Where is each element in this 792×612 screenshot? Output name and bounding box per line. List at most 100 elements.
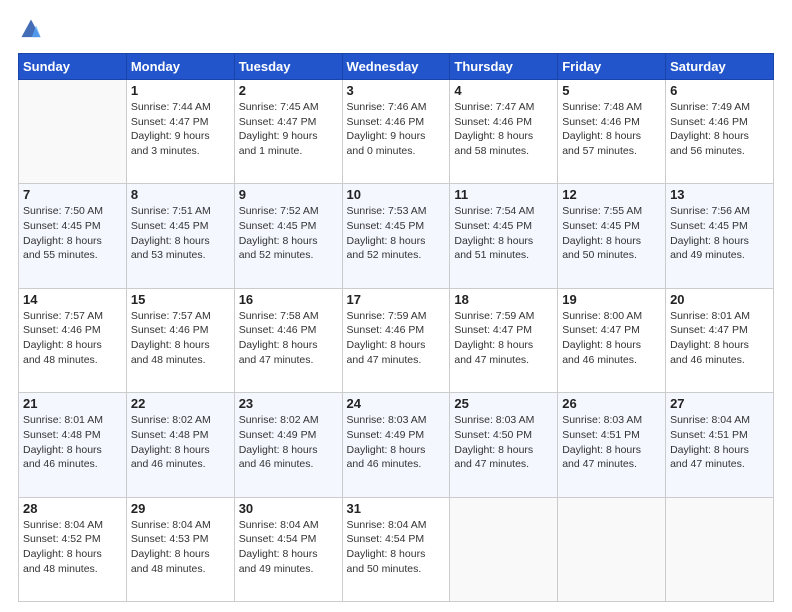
calendar-cell <box>450 497 558 601</box>
logo-icon <box>20 18 42 40</box>
calendar-cell: 3 Sunrise: 7:46 AMSunset: 4:46 PMDaylight… <box>342 80 450 184</box>
weekday-header: Tuesday <box>234 54 342 80</box>
calendar-cell: 25 Sunrise: 8:03 AMSunset: 4:50 PMDayligh… <box>450 393 558 497</box>
calendar-cell: 27 Sunrise: 8:04 AMSunset: 4:51 PMDayligh… <box>666 393 774 497</box>
calendar-cell <box>558 497 666 601</box>
day-number: 14 <box>23 292 122 307</box>
day-info: Sunrise: 7:50 AMSunset: 4:45 PMDaylight:… <box>23 204 122 263</box>
day-info: Sunrise: 7:53 AMSunset: 4:45 PMDaylight:… <box>347 204 446 263</box>
calendar-body: 1Sunrise: 7:44 AMSunset: 4:47 PMDaylight… <box>19 80 774 602</box>
day-info: Sunrise: 7:59 AMSunset: 4:46 PMDaylight:… <box>347 309 446 368</box>
day-number: 11 <box>454 187 553 202</box>
calendar-cell: 9Sunrise: 7:52 AMSunset: 4:45 PMDaylight… <box>234 184 342 288</box>
header <box>18 18 774 45</box>
calendar-cell: 8 Sunrise: 7:51 AMSunset: 4:45 PMDaylight… <box>126 184 234 288</box>
day-number: 8 <box>131 187 230 202</box>
calendar-week-row: 1Sunrise: 7:44 AMSunset: 4:47 PMDaylight… <box>19 80 774 184</box>
day-number: 22 <box>131 396 230 411</box>
calendar-week-row: 14 Sunrise: 7:57 AMSunset: 4:46 PMDayligh… <box>19 288 774 392</box>
calendar-cell: 1Sunrise: 7:44 AMSunset: 4:47 PMDaylight… <box>126 80 234 184</box>
calendar-cell: 7Sunrise: 7:50 AMSunset: 4:45 PMDaylight… <box>19 184 127 288</box>
day-number: 30 <box>239 501 338 516</box>
calendar-cell: 10Sunrise: 7:53 AMSunset: 4:45 PMDayligh… <box>342 184 450 288</box>
day-number: 3 <box>347 83 446 98</box>
weekday-header: Sunday <box>19 54 127 80</box>
calendar-cell: 28 Sunrise: 8:04 AMSunset: 4:52 PMDayligh… <box>19 497 127 601</box>
day-number: 28 <box>23 501 122 516</box>
day-info: Sunrise: 7:58 AMSunset: 4:46 PMDaylight:… <box>239 309 338 368</box>
calendar-cell: 31 Sunrise: 8:04 AMSunset: 4:54 PMDayligh… <box>342 497 450 601</box>
calendar-table: SundayMondayTuesdayWednesdayThursdayFrid… <box>18 53 774 602</box>
calendar-week-row: 28 Sunrise: 8:04 AMSunset: 4:52 PMDayligh… <box>19 497 774 601</box>
day-info: Sunrise: 8:04 AMSunset: 4:52 PMDaylight:… <box>23 518 122 577</box>
day-info: Sunrise: 7:59 AMSunset: 4:47 PMDaylight:… <box>454 309 553 368</box>
day-number: 31 <box>347 501 446 516</box>
day-info: Sunrise: 7:49 AMSunset: 4:46 PMDaylight:… <box>670 100 769 159</box>
calendar-week-row: 21 Sunrise: 8:01 AMSunset: 4:48 PMDayligh… <box>19 393 774 497</box>
calendar-cell: 29Sunrise: 8:04 AMSunset: 4:53 PMDayligh… <box>126 497 234 601</box>
day-number: 26 <box>562 396 661 411</box>
day-number: 27 <box>670 396 769 411</box>
calendar-cell: 15 Sunrise: 7:57 AMSunset: 4:46 PMDayligh… <box>126 288 234 392</box>
day-number: 2 <box>239 83 338 98</box>
calendar-cell: 6 Sunrise: 7:49 AMSunset: 4:46 PMDaylight… <box>666 80 774 184</box>
weekday-header: Saturday <box>666 54 774 80</box>
day-number: 18 <box>454 292 553 307</box>
calendar-cell: 19Sunrise: 8:00 AMSunset: 4:47 PMDayligh… <box>558 288 666 392</box>
day-info: Sunrise: 7:57 AMSunset: 4:46 PMDaylight:… <box>23 309 122 368</box>
day-info: Sunrise: 8:04 AMSunset: 4:54 PMDaylight:… <box>347 518 446 577</box>
day-info: Sunrise: 7:45 AMSunset: 4:47 PMDaylight:… <box>239 100 338 159</box>
calendar-cell: 23 Sunrise: 8:02 AMSunset: 4:49 PMDayligh… <box>234 393 342 497</box>
calendar-cell <box>19 80 127 184</box>
day-info: Sunrise: 7:51 AMSunset: 4:45 PMDaylight:… <box>131 204 230 263</box>
weekday-header: Monday <box>126 54 234 80</box>
day-number: 6 <box>670 83 769 98</box>
day-number: 20 <box>670 292 769 307</box>
day-info: Sunrise: 8:04 AMSunset: 4:51 PMDaylight:… <box>670 413 769 472</box>
page: SundayMondayTuesdayWednesdayThursdayFrid… <box>0 0 792 612</box>
day-info: Sunrise: 7:54 AMSunset: 4:45 PMDaylight:… <box>454 204 553 263</box>
calendar-cell: 18 Sunrise: 7:59 AMSunset: 4:47 PMDayligh… <box>450 288 558 392</box>
calendar-header-row: SundayMondayTuesdayWednesdayThursdayFrid… <box>19 54 774 80</box>
day-info: Sunrise: 8:04 AMSunset: 4:53 PMDaylight:… <box>131 518 230 577</box>
calendar-cell: 16Sunrise: 7:58 AMSunset: 4:46 PMDayligh… <box>234 288 342 392</box>
calendar-cell: 2 Sunrise: 7:45 AMSunset: 4:47 PMDaylight… <box>234 80 342 184</box>
weekday-header: Wednesday <box>342 54 450 80</box>
day-info: Sunrise: 8:00 AMSunset: 4:47 PMDaylight:… <box>562 309 661 368</box>
day-info: Sunrise: 7:46 AMSunset: 4:46 PMDaylight:… <box>347 100 446 159</box>
day-info: Sunrise: 8:03 AMSunset: 4:49 PMDaylight:… <box>347 413 446 472</box>
calendar-cell: 21 Sunrise: 8:01 AMSunset: 4:48 PMDayligh… <box>19 393 127 497</box>
day-number: 25 <box>454 396 553 411</box>
day-info: Sunrise: 8:01 AMSunset: 4:48 PMDaylight:… <box>23 413 122 472</box>
calendar-cell: 22Sunrise: 8:02 AMSunset: 4:48 PMDayligh… <box>126 393 234 497</box>
calendar-cell: 26Sunrise: 8:03 AMSunset: 4:51 PMDayligh… <box>558 393 666 497</box>
day-info: Sunrise: 8:01 AMSunset: 4:47 PMDaylight:… <box>670 309 769 368</box>
weekday-header: Thursday <box>450 54 558 80</box>
day-info: Sunrise: 7:48 AMSunset: 4:46 PMDaylight:… <box>562 100 661 159</box>
day-info: Sunrise: 8:02 AMSunset: 4:49 PMDaylight:… <box>239 413 338 472</box>
day-number: 15 <box>131 292 230 307</box>
day-number: 21 <box>23 396 122 411</box>
calendar-cell: 17 Sunrise: 7:59 AMSunset: 4:46 PMDayligh… <box>342 288 450 392</box>
day-number: 4 <box>454 83 553 98</box>
day-info: Sunrise: 8:03 AMSunset: 4:50 PMDaylight:… <box>454 413 553 472</box>
calendar-cell: 13Sunrise: 7:56 AMSunset: 4:45 PMDayligh… <box>666 184 774 288</box>
day-number: 17 <box>347 292 446 307</box>
calendar-cell: 24Sunrise: 8:03 AMSunset: 4:49 PMDayligh… <box>342 393 450 497</box>
calendar-cell: 14 Sunrise: 7:57 AMSunset: 4:46 PMDayligh… <box>19 288 127 392</box>
day-number: 12 <box>562 187 661 202</box>
day-number: 13 <box>670 187 769 202</box>
day-info: Sunrise: 7:55 AMSunset: 4:45 PMDaylight:… <box>562 204 661 263</box>
calendar-cell: 30Sunrise: 8:04 AMSunset: 4:54 PMDayligh… <box>234 497 342 601</box>
day-number: 1 <box>131 83 230 98</box>
day-info: Sunrise: 7:57 AMSunset: 4:46 PMDaylight:… <box>131 309 230 368</box>
day-info: Sunrise: 7:52 AMSunset: 4:45 PMDaylight:… <box>239 204 338 263</box>
calendar-cell: 20 Sunrise: 8:01 AMSunset: 4:47 PMDayligh… <box>666 288 774 392</box>
day-number: 23 <box>239 396 338 411</box>
calendar-cell: 5 Sunrise: 7:48 AMSunset: 4:46 PMDaylight… <box>558 80 666 184</box>
calendar-cell <box>666 497 774 601</box>
calendar-cell: 12 Sunrise: 7:55 AMSunset: 4:45 PMDayligh… <box>558 184 666 288</box>
day-number: 5 <box>562 83 661 98</box>
day-info: Sunrise: 7:47 AMSunset: 4:46 PMDaylight:… <box>454 100 553 159</box>
calendar-cell: 11 Sunrise: 7:54 AMSunset: 4:45 PMDayligh… <box>450 184 558 288</box>
